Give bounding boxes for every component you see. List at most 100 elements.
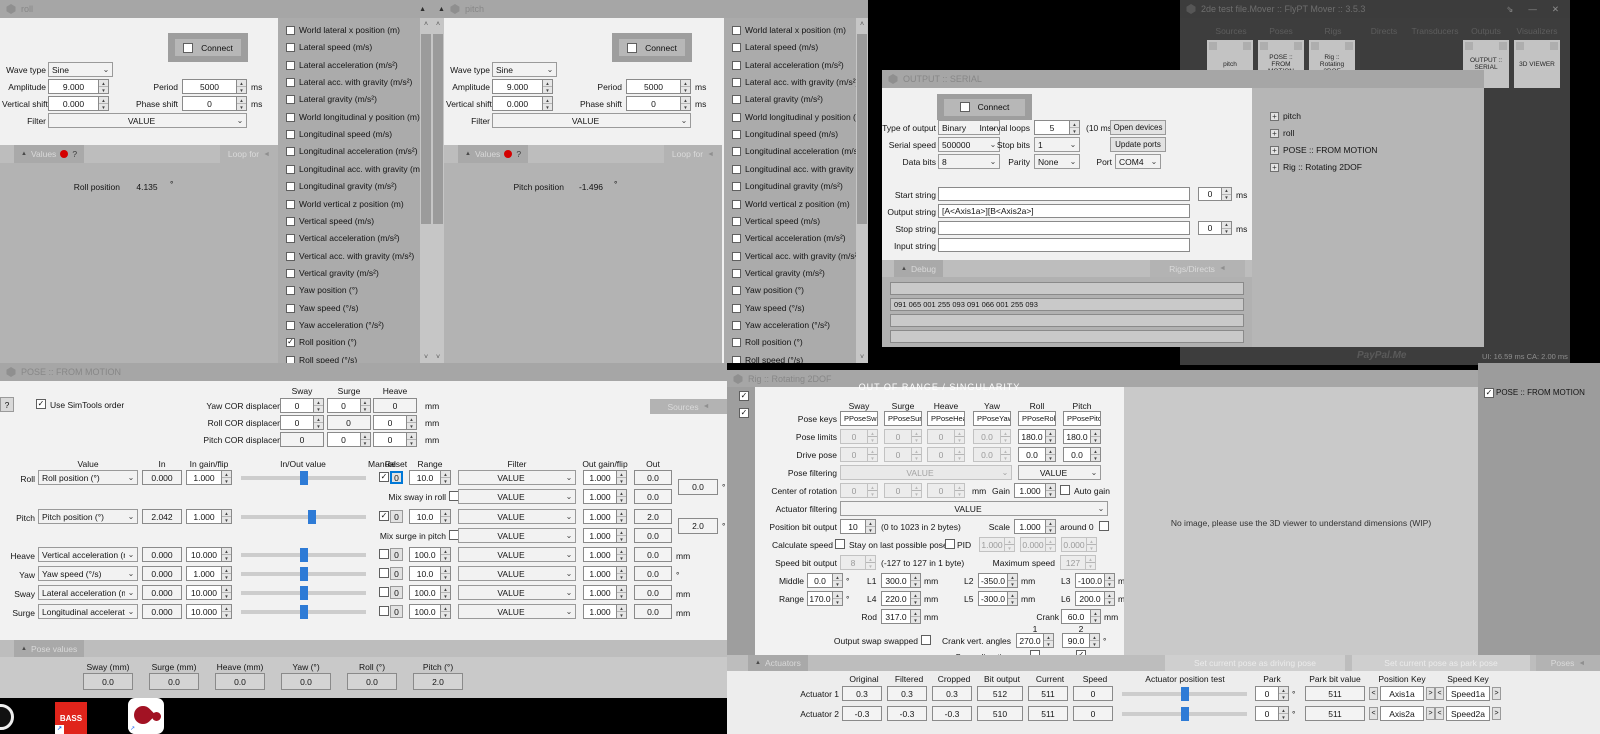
scrollbar[interactable]: ˄˅ [856, 18, 868, 363]
reset-button[interactable]: 0 [390, 471, 403, 484]
mix-filter-select[interactable]: VALUE⌄ [458, 489, 576, 504]
signal-option[interactable]: Vertical gravity (m/s²) [286, 267, 379, 279]
l-input[interactable]: 200.0▲▼ [1075, 591, 1115, 606]
prev-key-button[interactable]: < [1435, 687, 1444, 700]
spin-buttons[interactable]: ▲▼ [440, 604, 451, 619]
pose-key-input[interactable]: PPoseSway [840, 411, 878, 426]
spin-buttons[interactable]: ▲▼ [360, 432, 371, 447]
pose-select-checkbox[interactable]: ✓ [1484, 388, 1494, 398]
signal-option[interactable]: Vertical acc. with gravity (m/s²) [732, 250, 860, 262]
port-select[interactable]: COM4⌄ [1115, 154, 1161, 169]
scroll-down-icon[interactable]: ˅ [420, 351, 432, 363]
next-key-button[interactable]: > [1426, 687, 1435, 700]
in-gain-input[interactable]: 10.000▲▼ [186, 547, 232, 562]
signal-option[interactable]: Vertical speed (m/s) [286, 215, 374, 227]
spin-buttons[interactable]: ▲▼ [910, 591, 921, 606]
speed-key-input[interactable]: Speed2a [1446, 706, 1490, 721]
crank-input[interactable]: 60.0▲▼ [1061, 609, 1101, 624]
signal-option[interactable]: Yaw position (°) [286, 284, 358, 296]
next-key-button[interactable]: > [1426, 707, 1435, 720]
scroll-down-icon[interactable]: ˅ [432, 351, 444, 363]
signal-option[interactable]: Yaw acceleration (°/s²) [286, 319, 384, 331]
signal-option[interactable]: Longitudinal gravity (m/s²) [732, 180, 843, 192]
signal-checkbox[interactable] [732, 182, 741, 191]
scroll-down-icon[interactable]: ˅ [856, 351, 868, 363]
signal-option[interactable]: Vertical speed (m/s) [732, 215, 820, 227]
spin-buttons[interactable]: ▲▼ [221, 470, 232, 485]
poses-button[interactable]: Poses◄ [1536, 655, 1600, 671]
card-toggle-icon[interactable] [1311, 42, 1319, 50]
range-input[interactable]: 100.0▲▼ [409, 547, 451, 562]
rig-input-checkbox[interactable]: ✓ [739, 391, 749, 401]
close-button[interactable]: ✕ [1547, 4, 1564, 15]
connect-checkbox[interactable] [183, 43, 193, 53]
update-ports-button[interactable]: Update ports [1110, 137, 1166, 152]
slider-thumb[interactable] [1181, 687, 1189, 701]
scrollbar[interactable]: ˄˅ [432, 18, 444, 363]
signal-checkbox[interactable] [286, 95, 295, 104]
expand-plus-icon[interactable]: + [1270, 129, 1279, 138]
input-value-select[interactable]: Lateral acceleration (m/s²)⌄ [38, 585, 138, 600]
spin-buttons[interactable]: ▲▼ [221, 547, 232, 562]
signal-checkbox[interactable] [732, 304, 741, 313]
in-out-slider[interactable] [241, 515, 366, 519]
input-value-select[interactable]: Longitudinal acceleration (m/s²)⌄ [38, 604, 138, 619]
signal-checkbox[interactable] [732, 165, 741, 174]
set-park-pose-button[interactable]: Set current pose as park pose [1352, 655, 1530, 671]
signal-checkbox[interactable] [286, 182, 295, 191]
out-gain-input[interactable]: 1.000▲▼ [583, 470, 627, 485]
spin-buttons[interactable]: ▲▼ [1104, 591, 1115, 606]
signal-option[interactable]: World vertical z position (m) [732, 198, 850, 210]
manual-checkbox[interactable] [379, 568, 389, 578]
signal-checkbox[interactable] [286, 234, 295, 243]
signal-checkbox[interactable] [732, 217, 741, 226]
spin-buttons[interactable]: ▲▼ [1090, 429, 1101, 444]
paypal-logo[interactable]: PayPal.Me [1357, 350, 1406, 362]
connect-checkbox[interactable] [960, 102, 970, 112]
spin-buttons[interactable]: ▲▼ [1045, 483, 1056, 498]
window-titlebar[interactable]: 2de test file.Mover :: FlyPT Mover :: 3.… [1180, 0, 1570, 18]
signal-option[interactable]: Roll speed (°/s) [286, 354, 357, 363]
signal-checkbox[interactable] [732, 61, 741, 70]
position-bit-input[interactable]: 10▲▼ [840, 519, 876, 534]
signal-checkbox[interactable] [732, 252, 741, 261]
signal-checkbox[interactable] [286, 356, 295, 364]
filter-select[interactable]: VALUE⌄ [492, 113, 691, 128]
restore-button[interactable]: ⇘ [1501, 4, 1518, 15]
signal-option[interactable]: Longitudinal gravity (m/s²) [286, 180, 397, 192]
filter-select[interactable]: VALUE⌄ [458, 585, 576, 600]
spin-buttons[interactable]: ▲▼ [1007, 573, 1018, 588]
pose-values-tab[interactable]: ▲Pose values [14, 640, 84, 657]
rod-input[interactable]: 317.0▲▼ [881, 609, 921, 624]
wave-type-select[interactable]: Sine⌄ [48, 62, 113, 77]
spin-buttons[interactable]: ▲▼ [616, 509, 627, 524]
in-out-slider[interactable] [241, 572, 366, 576]
signal-checkbox[interactable] [286, 200, 295, 209]
scale-input[interactable]: 1.000▲▼ [1014, 519, 1056, 534]
menu-transducers[interactable]: Transducers [1412, 26, 1459, 37]
start-delay-input[interactable]: 0▲▼ [1198, 187, 1232, 201]
spin-buttons[interactable]: ▲▼ [236, 96, 247, 111]
window-titlebar[interactable]: ▲ pitch [432, 0, 868, 18]
signal-checkbox[interactable] [732, 78, 741, 87]
start-string-input[interactable] [938, 187, 1190, 201]
signal-option[interactable]: Lateral acc. with gravity (m/s²) [286, 76, 412, 88]
tree-item[interactable]: +roll [1270, 127, 1294, 139]
signal-option[interactable]: Longitudinal acceleration (m/s²) [732, 145, 864, 157]
card-toggle-icon[interactable] [1465, 42, 1473, 50]
mix-filter-select[interactable]: VALUE⌄ [458, 528, 576, 543]
signal-checkbox[interactable]: ✓ [286, 338, 295, 347]
spin-buttons[interactable]: ▲▼ [1104, 573, 1115, 588]
l-input[interactable]: 300.0▲▼ [881, 573, 921, 588]
drive-pose-input[interactable]: 0.0▲▼ [1018, 447, 1056, 462]
actuators-tab[interactable]: ▲Actuators [748, 655, 808, 671]
card-toggle-icon[interactable] [1209, 42, 1217, 50]
signal-checkbox[interactable] [732, 234, 741, 243]
scroll-up-icon[interactable]: ˄ [420, 18, 432, 30]
signal-option[interactable]: Vertical acc. with gravity (m/s²) [286, 250, 414, 262]
input-value-select[interactable]: Vertical acceleration (m/s²)⌄ [38, 547, 138, 562]
spin-buttons[interactable]: ▲▼ [1221, 221, 1232, 235]
signal-checkbox[interactable] [286, 217, 295, 226]
expand-plus-icon[interactable]: + [1270, 112, 1279, 121]
signal-checkbox[interactable] [286, 78, 295, 87]
